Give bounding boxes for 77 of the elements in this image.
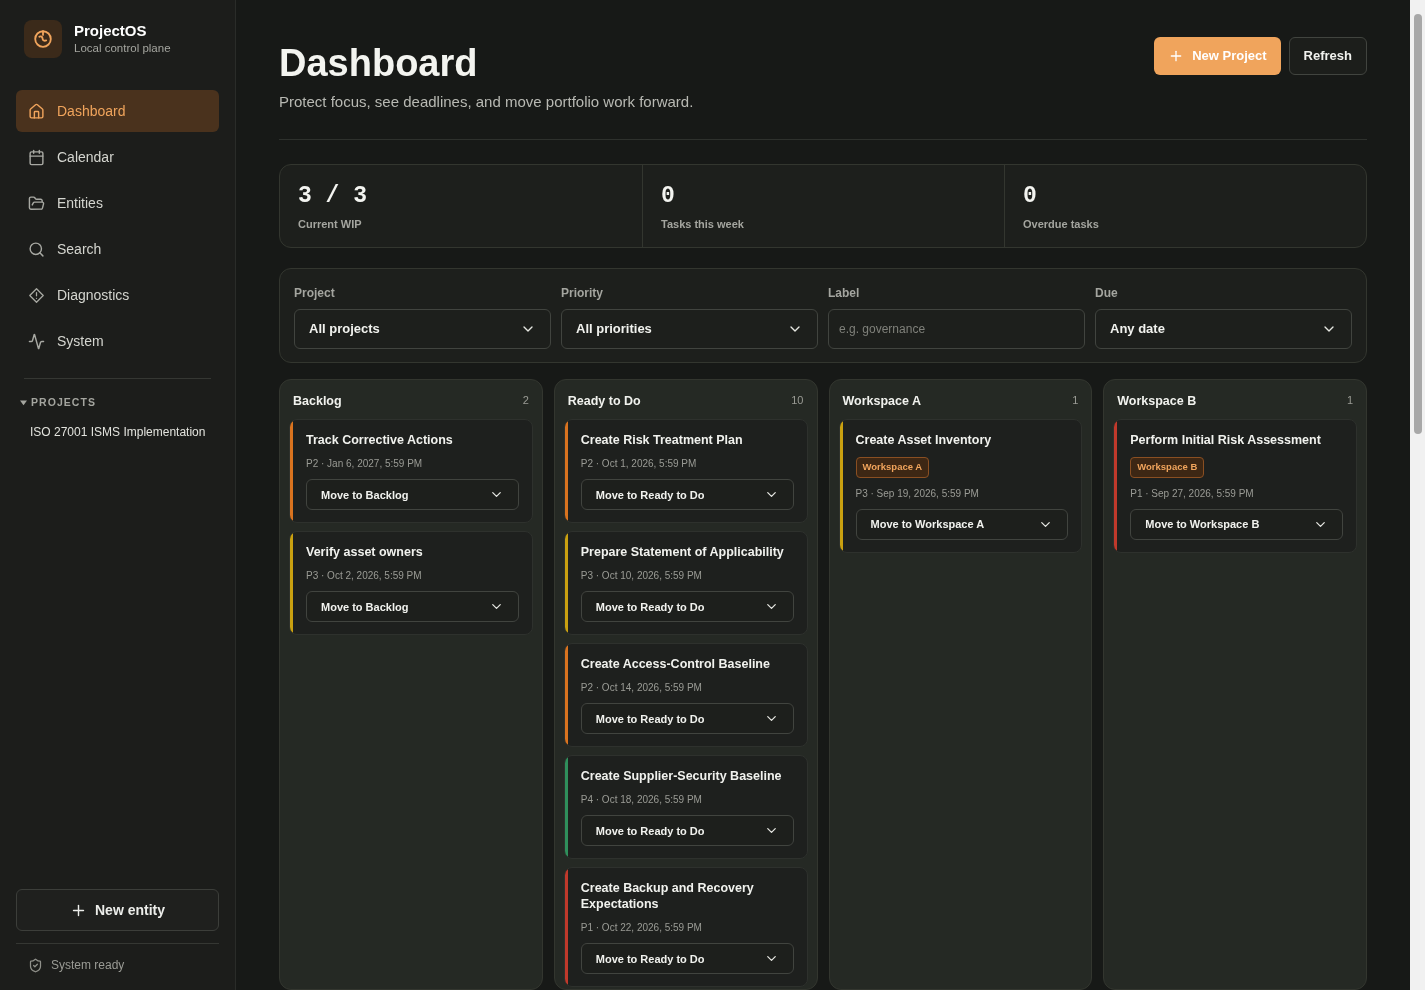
brand-name: ProjectOS [74, 22, 148, 42]
move-select[interactable]: Move to Ready to Do [580, 703, 794, 735]
move-select[interactable]: Move to Ready to Do [580, 815, 794, 847]
folder-icon [28, 194, 45, 212]
filter-label: Due [1095, 284, 1119, 302]
page-title: Dashboard [279, 41, 479, 86]
task-meta: P1 · Oct 22, 2026, 5:59 PM [580, 921, 703, 936]
scrollbar[interactable] [1410, 0, 1425, 990]
nav-item[interactable]: Search [16, 228, 219, 270]
nav-item[interactable]: Dashboard [16, 90, 219, 132]
column-count: 1 [1072, 392, 1079, 408]
task-title: Prepare Statement of Applicability [580, 544, 785, 561]
shield-check-icon [28, 957, 43, 973]
move-select[interactable]: Move to Workspace A [855, 508, 1069, 540]
label-input[interactable]: e.g. governance [828, 308, 1085, 349]
project-link[interactable]: ISO 27001 ISMS Implementation [16, 422, 219, 441]
task-title: Track Corrective Actions [306, 432, 454, 449]
move-select[interactable]: Move to Ready to Do [580, 591, 794, 623]
filter-label: Priority [561, 284, 604, 302]
column-count: 1 [1346, 392, 1353, 408]
column-count: 2 [522, 392, 529, 408]
task-meta: P2 · Oct 14, 2026, 5:59 PM [580, 681, 703, 696]
task-meta: P2 · Jan 6, 2027, 5:59 PM [306, 457, 424, 472]
warning-diamond-icon [28, 286, 45, 304]
stat-value: 3 / 3 [298, 182, 368, 209]
nav-item[interactable]: System [16, 320, 219, 362]
filter-label: Label [828, 284, 861, 302]
filter-select[interactable]: Any date [1095, 308, 1352, 349]
move-select[interactable]: Move to Workspace B [1130, 508, 1343, 540]
task-meta: P3 · Oct 2, 2026, 5:59 PM [306, 569, 423, 584]
projects-section-toggle[interactable]: PROJECTS [16, 395, 219, 411]
stat-label: Tasks this week [661, 216, 745, 232]
column-title: Ready to Do [567, 392, 641, 410]
scrollbar-thumb[interactable] [1413, 14, 1422, 434]
column-title: Workspace B [1117, 392, 1197, 410]
stat-label: Current WIP [298, 216, 363, 232]
workspace-tag: Workspace B [1130, 457, 1205, 478]
task-meta: P1 · Sep 27, 2026, 5:59 PM [1130, 486, 1255, 501]
page-subtitle: Protect focus, see deadlines, and move portfolio work forward. [279, 92, 694, 112]
pulse-icon [28, 332, 45, 350]
column-title: Workspace A [842, 392, 921, 410]
task-meta: P3 · Oct 10, 2026, 5:59 PM [580, 569, 703, 584]
column-count: 10 [791, 392, 804, 408]
task-title: Create Asset Inventory [855, 432, 993, 449]
nav-item[interactable]: Entities [16, 182, 219, 224]
move-select[interactable]: Move to Ready to Do [580, 479, 794, 511]
calendar-icon [28, 148, 45, 166]
move-select[interactable]: Move to Backlog [306, 591, 519, 623]
filter-select[interactable]: All projects [294, 308, 551, 349]
task-title: Create Access-Control Baseline [580, 656, 771, 673]
logo-icon [32, 28, 54, 50]
search-icon [28, 240, 45, 258]
refresh-button[interactable]: Refresh [1288, 37, 1367, 75]
stat-label: Overdue tasks [1023, 216, 1100, 232]
task-title: Verify asset owners [306, 544, 424, 561]
home-icon [28, 102, 45, 120]
nav-item[interactable]: Diagnostics [16, 274, 219, 316]
status-text: System ready [51, 957, 125, 974]
filter-select[interactable]: All priorities [561, 308, 818, 349]
task-title: Perform Initial Risk Assessment [1130, 432, 1322, 449]
task-title: Create Backup and Recovery Expectations [580, 880, 755, 913]
task-meta: P4 · Oct 18, 2026, 5:59 PM [580, 793, 703, 808]
task-meta: P3 · Sep 19, 2026, 5:59 PM [855, 486, 980, 501]
column-title: Backlog [293, 392, 342, 410]
move-select[interactable]: Move to Backlog [306, 479, 519, 511]
workspace-tag: Workspace A [855, 457, 930, 478]
task-title: Create Supplier-Security Baseline [580, 768, 783, 785]
stat-value: 0 [661, 182, 676, 209]
stat-value: 0 [1023, 182, 1038, 209]
caret-icon [20, 399, 27, 407]
move-select[interactable]: Move to Ready to Do [580, 943, 794, 975]
filter-label: Project [294, 284, 336, 302]
task-title: Create Risk Treatment Plan [580, 432, 744, 449]
brand-subtitle: Local control plane [74, 41, 171, 56]
nav-item[interactable]: Calendar [16, 136, 219, 178]
new-entity-button[interactable]: New entity [16, 889, 219, 931]
task-meta: P2 · Oct 1, 2026, 5:59 PM [580, 457, 698, 472]
